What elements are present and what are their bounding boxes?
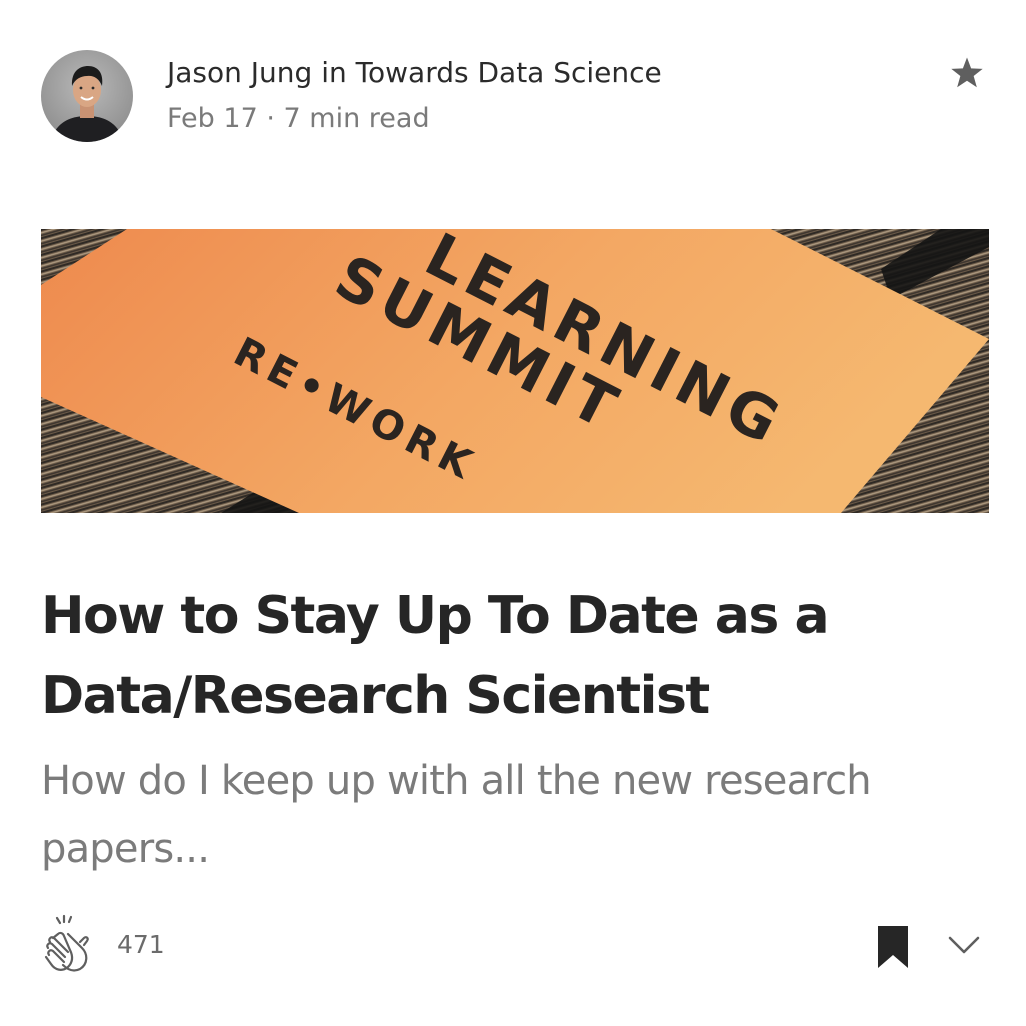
byline: Jason Jung in Towards Data Science (167, 54, 662, 92)
read-time: 7 min read (283, 103, 430, 134)
hero-image[interactable]: LEARNING SUMMIT RE•WORK (41, 229, 989, 513)
star-icon (948, 54, 986, 92)
post-date: Feb 17 (167, 103, 258, 134)
article-title[interactable]: How to Stay Up To Date as a Data/Researc… (41, 576, 991, 736)
meta-separator: · (266, 103, 275, 134)
byline-connector: in (321, 56, 347, 89)
chevron-down-icon[interactable] (944, 930, 984, 960)
author-name-link[interactable]: Jason Jung (167, 56, 312, 89)
post-meta: Feb 17 · 7 min read (167, 100, 430, 138)
bookmark-icon[interactable] (876, 924, 910, 970)
article-subtitle[interactable]: How do I keep up with all the new resear… (41, 747, 991, 883)
clap-icon[interactable] (40, 912, 102, 974)
author-avatar[interactable] (41, 50, 133, 142)
avatar-photo (41, 50, 133, 142)
article-card: Jason Jung in Towards Data Science Feb 1… (0, 0, 1026, 1026)
clap-count: 471 (117, 930, 165, 959)
publication-link[interactable]: Towards Data Science (356, 56, 662, 89)
